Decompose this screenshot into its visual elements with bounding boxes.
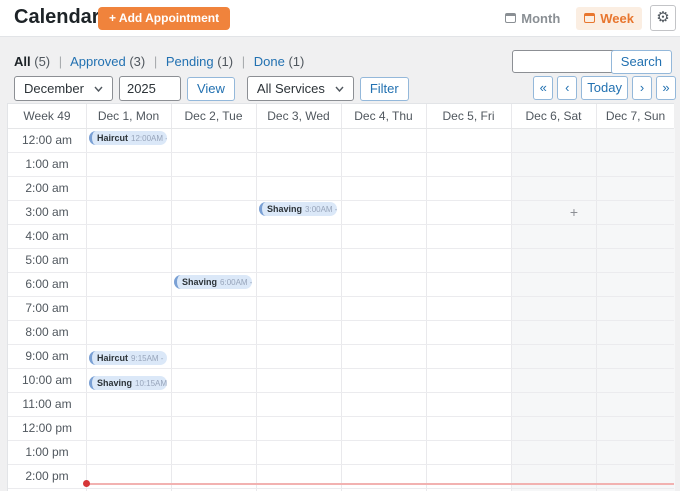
view-button[interactable]: View (187, 77, 235, 101)
week-calendar-icon (584, 13, 595, 23)
day-header-wed: Dec 3, Wed (256, 104, 341, 128)
pager-last-button[interactable]: » (656, 76, 676, 100)
date-filter-toolbar: December View All Services Filter (14, 76, 409, 101)
appointment-title: Shaving (267, 204, 302, 214)
grid-column-divider (86, 104, 87, 491)
appointment-time: 10:15AM - (135, 379, 167, 388)
filter-separator: | (242, 54, 245, 69)
appointment-time: 12:00AM - (131, 134, 167, 143)
chevron-down-icon (94, 86, 103, 92)
time-label: 1:00 am (8, 152, 86, 176)
year-input[interactable] (119, 76, 181, 101)
search-button[interactable]: Search (611, 50, 672, 74)
day-header-sun: Dec 7, Sun (596, 104, 675, 128)
filter-link-pending[interactable]: Pending (166, 54, 214, 69)
status-filter-row: All (5) | Approved (3) | Pending (1) | D… (14, 54, 304, 69)
grid-column-divider (256, 104, 257, 491)
month-select[interactable]: December (14, 76, 113, 101)
appointment-chip[interactable]: Shaving 10:15AM - (89, 376, 167, 390)
appointment-time: 6:00AM - (220, 278, 252, 287)
week-number-header: Week 49 (8, 104, 86, 128)
appointment-title: Haircut (97, 133, 128, 143)
time-label: 6:00 am (8, 272, 86, 296)
appointment-chip[interactable]: Haircut 9:15AM - (89, 351, 167, 365)
grid-column-divider (596, 104, 597, 491)
pager-today-button[interactable]: Today (581, 76, 628, 100)
search-input[interactable] (512, 50, 624, 73)
services-select[interactable]: All Services (247, 76, 354, 101)
add-appointment-cell-icon[interactable]: + (564, 202, 584, 222)
grid-column-divider (426, 104, 427, 491)
add-appointment-button[interactable]: + Add Appointment (98, 7, 230, 30)
day-header-sat: Dec 6, Sat (511, 104, 596, 128)
appointment-chip[interactable]: Shaving 6:00AM - (174, 275, 252, 289)
grid-column-divider (171, 104, 172, 491)
day-header-tue: Dec 2, Tue (171, 104, 256, 128)
day-header-mon: Dec 1, Mon (86, 104, 171, 128)
month-calendar-icon (505, 13, 516, 23)
month-view-label: Month (521, 11, 560, 26)
filter-count-done: (1) (288, 54, 304, 69)
time-label: 7:00 am (8, 296, 86, 320)
filter-button[interactable]: Filter (360, 77, 409, 101)
appointment-time: 3:00AM - (305, 205, 337, 214)
filter-count-approved: (3) (129, 54, 145, 69)
time-label: 2:00 pm (8, 464, 86, 488)
current-time-line (86, 483, 674, 485)
month-view-button[interactable]: Month (497, 7, 568, 30)
appointment-chip[interactable]: Haircut 12:00AM - (89, 131, 167, 145)
settings-gear-button[interactable]: ⚙ (650, 5, 676, 31)
appointment-time: 9:15AM - (131, 354, 163, 363)
filter-link-all[interactable]: All (14, 54, 31, 69)
time-label: 12:00 am (8, 128, 86, 152)
time-label: 1:00 pm (8, 440, 86, 464)
appointment-chip[interactable]: Shaving 3:00AM - (259, 202, 337, 216)
time-label: 10:00 am (8, 368, 86, 392)
time-label: 5:00 am (8, 248, 86, 272)
time-label: 3:00 am (8, 200, 86, 224)
filter-link-done[interactable]: Done (254, 54, 285, 69)
gear-icon: ⚙ (656, 9, 669, 26)
grid-column-divider (341, 104, 342, 491)
pager-first-button[interactable]: « (533, 76, 553, 100)
week-view-label: Week (600, 11, 634, 26)
time-label: 4:00 am (8, 224, 86, 248)
filter-separator: | (59, 54, 62, 69)
filter-separator: | (154, 54, 157, 69)
page-title: Calendar (14, 6, 100, 29)
week-calendar-grid: Week 49 Dec 1, Mon Dec 2, Tue Dec 3, Wed… (7, 103, 674, 491)
weekend-shading (511, 128, 675, 491)
view-toggle: Month Week ⚙ (497, 5, 676, 31)
current-time-dot (83, 480, 90, 487)
filter-count-pending: (1) (217, 54, 233, 69)
time-label: 9:00 am (8, 344, 86, 368)
time-label: 8:00 am (8, 320, 86, 344)
pager-prev-button[interactable]: ‹ (557, 76, 577, 100)
filter-count-all: (5) (34, 54, 50, 69)
day-header-fri: Dec 5, Fri (426, 104, 511, 128)
filter-link-approved[interactable]: Approved (70, 54, 126, 69)
grid-column-divider (511, 104, 512, 491)
week-view-button[interactable]: Week (576, 7, 642, 30)
appointment-title: Haircut (97, 353, 128, 363)
calendar-admin-page: Calendar + Add Appointment Month Week ⚙ … (0, 0, 680, 491)
time-label: 11:00 am (8, 392, 86, 416)
appointment-title: Shaving (182, 277, 217, 287)
pager-next-button[interactable]: › (632, 76, 652, 100)
top-header-bar: Calendar + Add Appointment Month Week ⚙ (0, 0, 680, 37)
month-select-value: December (24, 81, 84, 96)
week-pager: « ‹ Today › » (533, 76, 676, 100)
services-select-value: All Services (257, 81, 325, 96)
day-header-thu: Dec 4, Thu (341, 104, 426, 128)
time-label: 2:00 am (8, 176, 86, 200)
chevron-down-icon (335, 86, 344, 92)
appointment-title: Shaving (97, 378, 132, 388)
time-label: 12:00 pm (8, 416, 86, 440)
